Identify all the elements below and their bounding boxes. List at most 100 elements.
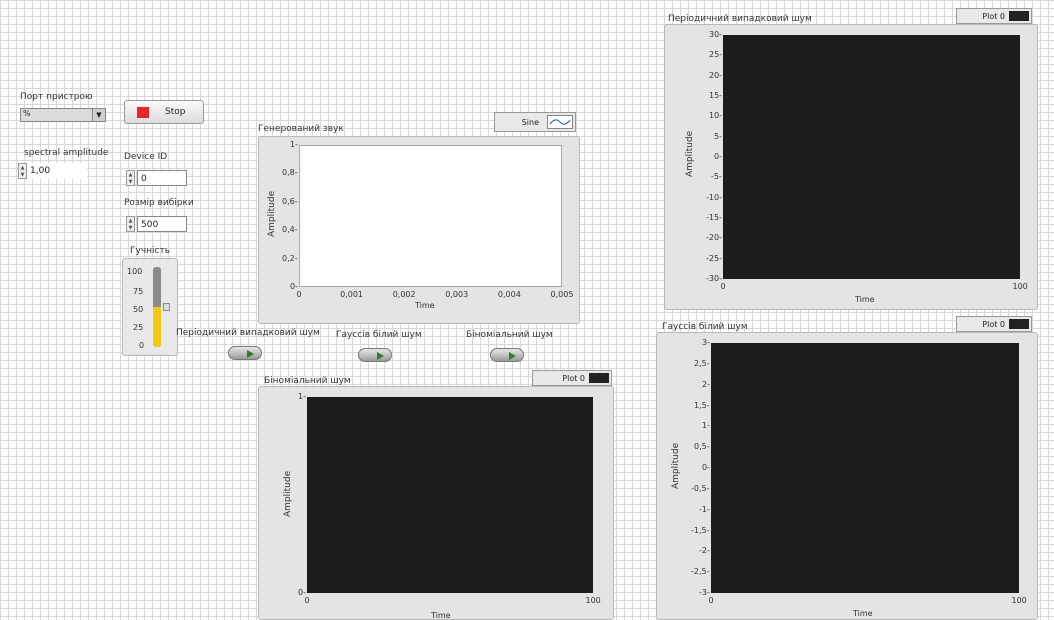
generated-sound-y-tick: 0,2-	[282, 253, 298, 263]
gaussian-noise-y-tick: 2-	[702, 379, 710, 389]
gaussian-noise-y-tick: 1-	[702, 421, 710, 431]
gaussian-noise-y-tick: -2-	[699, 546, 710, 556]
device-id-control[interactable]: ▲ ▼ 0	[126, 170, 187, 186]
loudness-slider-frame: 100 75 50 25 0	[122, 258, 178, 356]
periodic-noise-title: Періодичний випадковий шум	[668, 14, 812, 24]
loudness-slider-thumb[interactable]	[163, 303, 170, 311]
generated-sound-x-tick: 0	[296, 290, 302, 299]
device-id-stepper[interactable]: ▲ ▼	[126, 170, 135, 186]
gaussian-noise-y-tick: 2,5-	[694, 358, 710, 368]
binomial-noise-ylabel: Amplitude	[283, 470, 293, 517]
periodic-noise-y-tick: 15-	[709, 91, 723, 100]
binomial-noise-xlabel: Time	[431, 611, 451, 620]
periodic-noise-plot-area[interactable]	[723, 35, 1020, 279]
generated-sound-ylabel: Amplitude	[267, 190, 277, 237]
sine-wave-icon	[547, 115, 573, 129]
binomial-noise-switch[interactable]	[490, 348, 524, 362]
chevron-down-icon[interactable]: ▼	[92, 109, 105, 121]
spectral-amplitude-stepper[interactable]: ▲ ▼	[18, 163, 27, 179]
switch-arrow-icon	[509, 352, 516, 360]
generated-sound-plot-area[interactable]	[299, 145, 562, 287]
periodic-noise-x-tick: 0	[720, 282, 726, 291]
generated-sound-x-tick: 0,001	[340, 290, 363, 299]
generated-sound-x-tick: 0,003	[445, 290, 469, 299]
periodic-noise-y-tick: 10-	[709, 111, 723, 121]
loudness-tick: 75	[133, 287, 144, 296]
loudness-tick: 25	[133, 323, 144, 332]
gaussian-noise-title: Гауссів білий шум	[662, 322, 748, 332]
generated-sound-x-tick: 0,005	[550, 290, 574, 299]
binomial-noise-title: Біноміальний шум	[264, 376, 351, 386]
gaussian-noise-ylabel: Amplitude	[671, 442, 681, 489]
periodic-noise-chart-frame: 30- 25- 20- 15- 10- 5- 0- -5- -10- -15- -20- -25- -3…	[664, 24, 1038, 310]
periodic-noise-y-tick: 30-	[709, 30, 723, 39]
generated-sound-y-tick: 1-	[290, 140, 298, 149]
gaussian-noise-legend-label: Plot 0	[982, 319, 1005, 329]
periodic-noise-switch[interactable]	[228, 346, 262, 360]
plot-line-icon	[1009, 11, 1029, 21]
spectral-amplitude-label: spectral amplitude	[24, 148, 109, 158]
gaussian-noise-y-tick: -1,5-	[691, 525, 710, 535]
gaussian-noise-plot-area[interactable]	[711, 343, 1019, 593]
generated-sound-y-tick: 0,6-	[282, 196, 298, 206]
gaussian-switch-label: Гауссів білий шум	[336, 330, 422, 340]
gaussian-noise-y-tick: 1,5-	[694, 400, 710, 410]
loudness-label: Гучність	[130, 246, 171, 256]
sample-size-stepper[interactable]: ▲ ▼	[126, 216, 135, 232]
device-id-input[interactable]: 0	[137, 170, 187, 186]
device-port-label: Порт пристрою	[20, 92, 93, 102]
loudness-tick: 100	[127, 267, 143, 276]
binomial-noise-x-tick: 100	[585, 596, 601, 605]
periodic-noise-y-tick: 0-	[714, 152, 722, 161]
plot-line-icon	[1009, 319, 1029, 329]
gaussian-noise-xlabel: Time	[853, 609, 873, 618]
binomial-noise-legend-label: Plot 0	[562, 373, 585, 383]
periodic-noise-y-tick: 20-	[709, 70, 723, 80]
stop-button-label: Stop	[165, 107, 186, 117]
gaussian-noise-x-tick: 0	[708, 596, 714, 605]
sample-size-control[interactable]: ▲ ▼ 500	[126, 216, 187, 232]
loudness-slider-track[interactable]	[153, 267, 161, 347]
gaussian-noise-legend[interactable]: Plot 0	[956, 316, 1032, 332]
binomial-noise-plot-area[interactable]	[307, 397, 593, 593]
periodic-noise-legend[interactable]: Plot 0	[956, 8, 1032, 24]
periodic-noise-y-tick: -5-	[711, 172, 722, 182]
periodic-noise-y-tick: -20-	[706, 233, 722, 243]
generated-sound-chart-frame: 1- 0,8- 0,6- 0,4- 0,2- 0- 0 0,001 0,002 0,003 0,0…	[258, 136, 580, 324]
sample-size-input[interactable]: 500	[137, 216, 187, 232]
binomial-noise-legend[interactable]: Plot 0	[532, 370, 612, 386]
binomial-noise-chart-frame: 1- 0- 0 100 Amplitude Time	[258, 386, 614, 620]
device-port-value: %	[23, 109, 31, 118]
generated-sound-x-tick: 0,002	[392, 290, 416, 299]
gaussian-noise-switch[interactable]	[358, 348, 392, 362]
plot-line-icon	[589, 373, 609, 383]
generated-sound-y-tick: 0,8-	[282, 168, 298, 178]
device-port-select[interactable]: % ▼	[20, 108, 106, 122]
gaussian-noise-y-tick: 0-	[702, 463, 710, 472]
gaussian-noise-y-tick: 3-	[702, 338, 710, 347]
periodic-switch-label: Періодичний випадковий шум	[176, 328, 320, 338]
gaussian-noise-y-tick: -0,5-	[691, 483, 710, 493]
gaussian-noise-chart-frame: 3- 2,5- 2- 1,5- 1- 0,5- 0- -0,5- -1- -1,5- -2- -2,5…	[656, 332, 1038, 620]
generated-sound-y-tick: 0,4-	[282, 225, 298, 235]
generated-sound-legend-label: Sine	[521, 117, 539, 127]
device-id-label: Device ID	[124, 152, 168, 162]
stop-led-icon	[137, 107, 149, 118]
gaussian-noise-x-tick: 100	[1011, 596, 1027, 605]
stop-button[interactable]: Stop	[124, 100, 204, 124]
spectral-amplitude-control[interactable]: ▲ ▼ 1,00	[18, 163, 87, 179]
periodic-noise-y-tick: -15-	[706, 213, 722, 222]
loudness-tick: 0	[139, 341, 145, 350]
loudness-level-fill	[153, 307, 161, 347]
periodic-noise-y-tick: -10-	[706, 192, 722, 202]
periodic-noise-xlabel: Time	[855, 295, 875, 304]
periodic-noise-x-tick: 100	[1012, 282, 1028, 291]
periodic-noise-y-tick: 5-	[714, 131, 722, 141]
periodic-noise-legend-label: Plot 0	[982, 11, 1005, 21]
gaussian-noise-y-tick: -1-	[699, 504, 710, 514]
generated-sound-legend[interactable]: Sine	[494, 112, 576, 132]
generated-sound-xlabel: Time	[415, 301, 435, 310]
generated-sound-x-tick: 0,004	[497, 290, 521, 299]
periodic-noise-ylabel: Amplitude	[685, 130, 695, 177]
spectral-amplitude-input[interactable]: 1,00	[27, 163, 87, 179]
